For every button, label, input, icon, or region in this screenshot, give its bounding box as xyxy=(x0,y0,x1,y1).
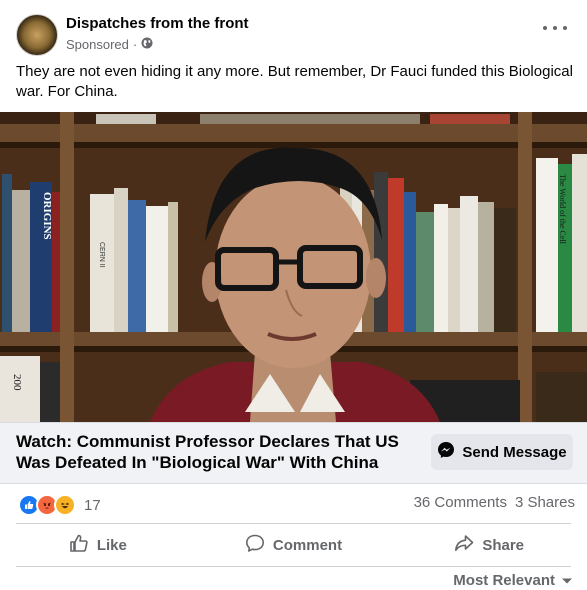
page-name[interactable]: Dispatches from the front xyxy=(66,15,249,32)
post-meta: Sponsored · xyxy=(66,37,153,52)
share-button[interactable]: Share xyxy=(391,526,587,564)
post-card: Dispatches from the front Sponsored · Th… xyxy=(0,0,587,590)
book-title-cern: CERN II xyxy=(98,242,105,268)
comment-label: Comment xyxy=(272,536,343,554)
divider xyxy=(16,523,571,524)
shares-count[interactable]: 3 Shares xyxy=(515,494,575,511)
book-title-200: 200 xyxy=(11,374,23,391)
action-bar: Like Comment Share xyxy=(0,526,587,564)
comment-icon xyxy=(245,533,265,557)
engagement-stats: 17 36 Comments 3 Shares xyxy=(0,484,587,522)
globe-icon xyxy=(141,37,153,52)
caret-down-icon xyxy=(561,572,573,589)
divider xyxy=(16,566,571,567)
send-message-label: Send Message xyxy=(462,443,567,461)
thumbs-up-icon xyxy=(69,533,89,557)
meta-separator: · xyxy=(132,37,138,52)
messenger-icon xyxy=(437,441,455,463)
more-options-icon[interactable] xyxy=(543,20,567,36)
like-label: Like xyxy=(96,536,127,554)
book-title-origins: ORIGINS xyxy=(41,192,53,240)
send-message-button[interactable]: Send Message xyxy=(431,434,573,470)
post-text: They are not even hiding it any more. Bu… xyxy=(16,63,573,100)
share-icon xyxy=(454,533,474,557)
sponsored-label[interactable]: Sponsored xyxy=(66,37,129,52)
comment-button[interactable]: Comment xyxy=(196,526,392,564)
haha-reaction-icon xyxy=(54,494,76,516)
share-label: Share xyxy=(482,536,525,554)
reactions-summary[interactable]: 17 xyxy=(18,494,101,516)
video-player[interactable]: ORIGINS CERN II The World of the Cell 20… xyxy=(0,112,587,422)
post-header: Dispatches from the front Sponsored · xyxy=(0,0,587,62)
comments-sort-dropdown[interactable]: Most Relevant xyxy=(453,572,573,589)
page-avatar[interactable] xyxy=(16,14,58,56)
like-button[interactable]: Like xyxy=(0,526,196,564)
comments-count[interactable]: 36 Comments xyxy=(414,494,507,511)
sort-label: Most Relevant xyxy=(453,572,555,589)
link-title[interactable]: Watch: Communist Professor Declares That… xyxy=(16,431,416,473)
book-title-cell: The World of the Cell xyxy=(558,174,567,245)
engagement-counts: 36 Comments 3 Shares xyxy=(414,494,575,511)
reaction-count: 17 xyxy=(84,496,101,514)
link-preview-bar[interactable]: Watch: Communist Professor Declares That… xyxy=(0,422,587,484)
